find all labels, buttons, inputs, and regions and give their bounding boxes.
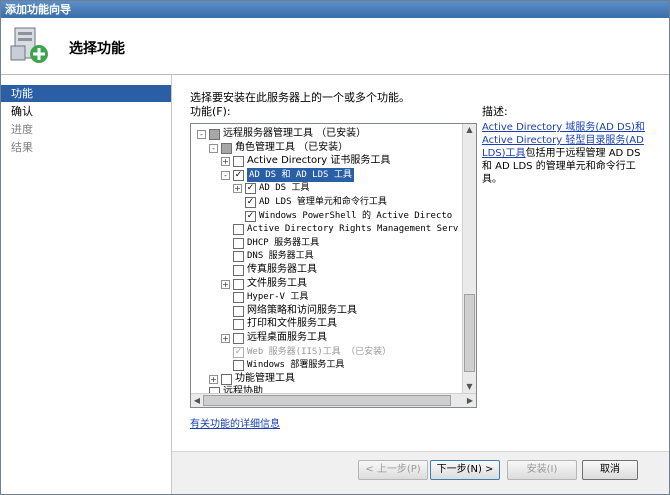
tree-item-label: AD DS 工具 [259, 183, 310, 194]
server-add-icon [10, 27, 48, 63]
tree-item[interactable]: + ✓ AD DS 工具 [191, 181, 461, 195]
feature-checkbox[interactable] [233, 278, 244, 290]
feature-checkbox[interactable] [233, 265, 244, 276]
tree-item-label: 传真服务器工具 [247, 264, 317, 275]
tree-item[interactable]: 网络策略和访问服务工具 [191, 304, 461, 318]
tree-item[interactable]: DHCP 服务器工具 [191, 236, 461, 250]
expand-icon[interactable]: + [221, 279, 230, 289]
description-label: 描述: [482, 105, 508, 118]
install-button[interactable]: 安装(I) [507, 460, 577, 480]
tree-item-label: 打印和文件服务工具 [247, 318, 337, 330]
tree-item[interactable]: - ✓ AD DS 和 AD LDS 工具 [191, 167, 461, 182]
scroll-left-arrow-icon[interactable]: ◀ [191, 394, 203, 407]
vertical-scroll-thumb[interactable] [464, 294, 475, 372]
tree-item-label: DNS 服务器工具 [247, 251, 314, 262]
tree-item[interactable]: + 远程桌面服务工具 [191, 331, 461, 345]
step-features: 功能 [1, 85, 171, 102]
feature-checkbox[interactable]: ✓ [233, 169, 244, 181]
horizontal-scroll-thumb[interactable] [203, 395, 451, 406]
wizard-steps-pane: 功能 确认 进度 结果 [1, 75, 172, 494]
cancel-button[interactable]: 取消 [582, 460, 638, 480]
tree-item[interactable]: Active Directory Rights Management Serv [191, 222, 461, 236]
feature-checkbox[interactable] [233, 224, 244, 236]
tree-item[interactable]: + 文件服务工具 [191, 277, 461, 291]
feature-checkbox[interactable] [221, 373, 232, 385]
tree-item-label: 功能管理工具 [235, 372, 295, 384]
tree-item[interactable]: 打印和文件服务工具 [191, 317, 461, 331]
expand-icon[interactable]: + [221, 334, 230, 343]
tree-item[interactable]: ✓ Windows PowerShell 的 Active Directo [191, 209, 461, 223]
tree-item-label: 远程服务器管理工具 （已安装） [223, 128, 367, 139]
add-features-wizard-window: 添加功能向导 选择功能 功能 确认 进度 结果 选择要安装在此服务器上的一个或多… [0, 0, 670, 495]
tree-item-label: Active Directory 证书服务工具 [247, 155, 391, 167]
window-title: 添加功能向导 [1, 1, 669, 18]
collapse-icon[interactable]: - [197, 130, 206, 139]
feature-checkbox[interactable] [221, 142, 232, 154]
tree-item[interactable]: ✓ Web 服务器(IIS)工具 （已安装） [191, 345, 461, 359]
step-progress: 进度 [11, 123, 33, 136]
feature-checkbox[interactable]: ✓ [245, 183, 256, 195]
tree-item-label: 网络策略和访问服务工具 [247, 304, 357, 316]
wizard-footer: < 上一步(P) 下一步(N) > 安装(I) 取消 [172, 451, 669, 494]
feature-checkbox[interactable] [233, 156, 244, 168]
tree-item-label: 远程桌面服务工具 [247, 332, 327, 343]
description-text: Active Directory 域服务(AD DS)和 Active Dire… [482, 121, 652, 186]
tree-item-label: Hyper-V 工具 [247, 292, 309, 303]
step-results: 结果 [11, 141, 33, 154]
feature-checkbox[interactable]: ✓ [245, 197, 256, 208]
tree-item[interactable]: + 功能管理工具 [191, 372, 461, 386]
tree-item-label: DHCP 服务器工具 [247, 237, 320, 248]
tree-item-label: AD DS 和 AD LDS 工具 [247, 167, 354, 182]
step-confirm: 确认 [11, 105, 33, 118]
tree-item[interactable]: DNS 服务器工具 [191, 249, 461, 263]
tree-item-label: Active Directory Rights Management Serv [247, 224, 459, 235]
feature-checkbox[interactable] [233, 292, 244, 304]
scroll-up-arrow-icon[interactable]: ▲ [463, 124, 476, 136]
feature-checkbox[interactable] [233, 360, 244, 372]
feature-checkbox[interactable] [233, 251, 244, 263]
tree-item[interactable]: - 角色管理工具 （已安装） [191, 141, 461, 155]
scroll-right-arrow-icon[interactable]: ▶ [464, 394, 476, 407]
features-label: 功能(F): [190, 105, 231, 118]
feature-checkbox[interactable] [233, 333, 244, 344]
collapse-icon[interactable]: - [221, 170, 230, 180]
tree-item[interactable]: ✓ AD LDS 管理单元和命令行工具 [191, 195, 461, 209]
tree-item-label: Windows PowerShell 的 Active Directo [259, 210, 453, 221]
features-tree[interactable]: - 远程服务器管理工具 （已安装） - 角色管理工具 （已安装） + Active Dir… [190, 123, 477, 408]
scroll-down-arrow-icon[interactable]: ▼ [463, 381, 476, 393]
tree-item-label: Windows 部署服务工具 [247, 360, 345, 371]
more-info-link[interactable]: 有关功能的详细信息 [190, 415, 280, 430]
expand-icon[interactable]: + [233, 184, 242, 194]
feature-checkbox[interactable] [233, 237, 244, 249]
page-title: 选择功能 [69, 41, 125, 57]
tree-item-label: 角色管理工具 （已安装） [235, 141, 349, 153]
tree-item-label: 文件服务工具 [247, 277, 307, 289]
next-button[interactable]: 下一步(N) > [430, 460, 500, 480]
tree-item[interactable]: Hyper-V 工具 [191, 290, 461, 304]
feature-checkbox[interactable] [233, 305, 244, 317]
feature-checkbox: ✓ [233, 346, 244, 358]
tree-item[interactable]: + Active Directory 证书服务工具 [191, 154, 461, 168]
horizontal-scrollbar[interactable]: ◀ ▶ [191, 393, 476, 407]
main-pane: 选择要安装在此服务器上的一个或多个功能。 功能(F): - 远程服务器管理工具 （… [172, 75, 669, 451]
feature-checkbox[interactable] [209, 129, 220, 140]
feature-checkbox[interactable]: ✓ [245, 210, 256, 222]
tree-item[interactable]: - 远程服务器管理工具 （已安装） [191, 127, 461, 141]
previous-button[interactable]: < 上一步(P) [358, 460, 428, 480]
tree-item-label: AD LDS 管理单元和命令行工具 [259, 197, 387, 207]
feature-checkbox[interactable] [233, 319, 244, 331]
collapse-icon[interactable]: - [209, 143, 218, 153]
tree-item[interactable]: Windows 部署服务工具 [191, 358, 461, 372]
tree-item-label: Web 服务器(IIS)工具 （已安装） [247, 346, 392, 357]
wizard-header: 选择功能 [1, 18, 669, 75]
tree-item[interactable]: 传真服务器工具 [191, 263, 461, 277]
vertical-scrollbar[interactable]: ▲ ▼ [462, 124, 476, 393]
expand-icon[interactable]: + [209, 374, 218, 384]
expand-icon[interactable]: + [221, 157, 230, 167]
